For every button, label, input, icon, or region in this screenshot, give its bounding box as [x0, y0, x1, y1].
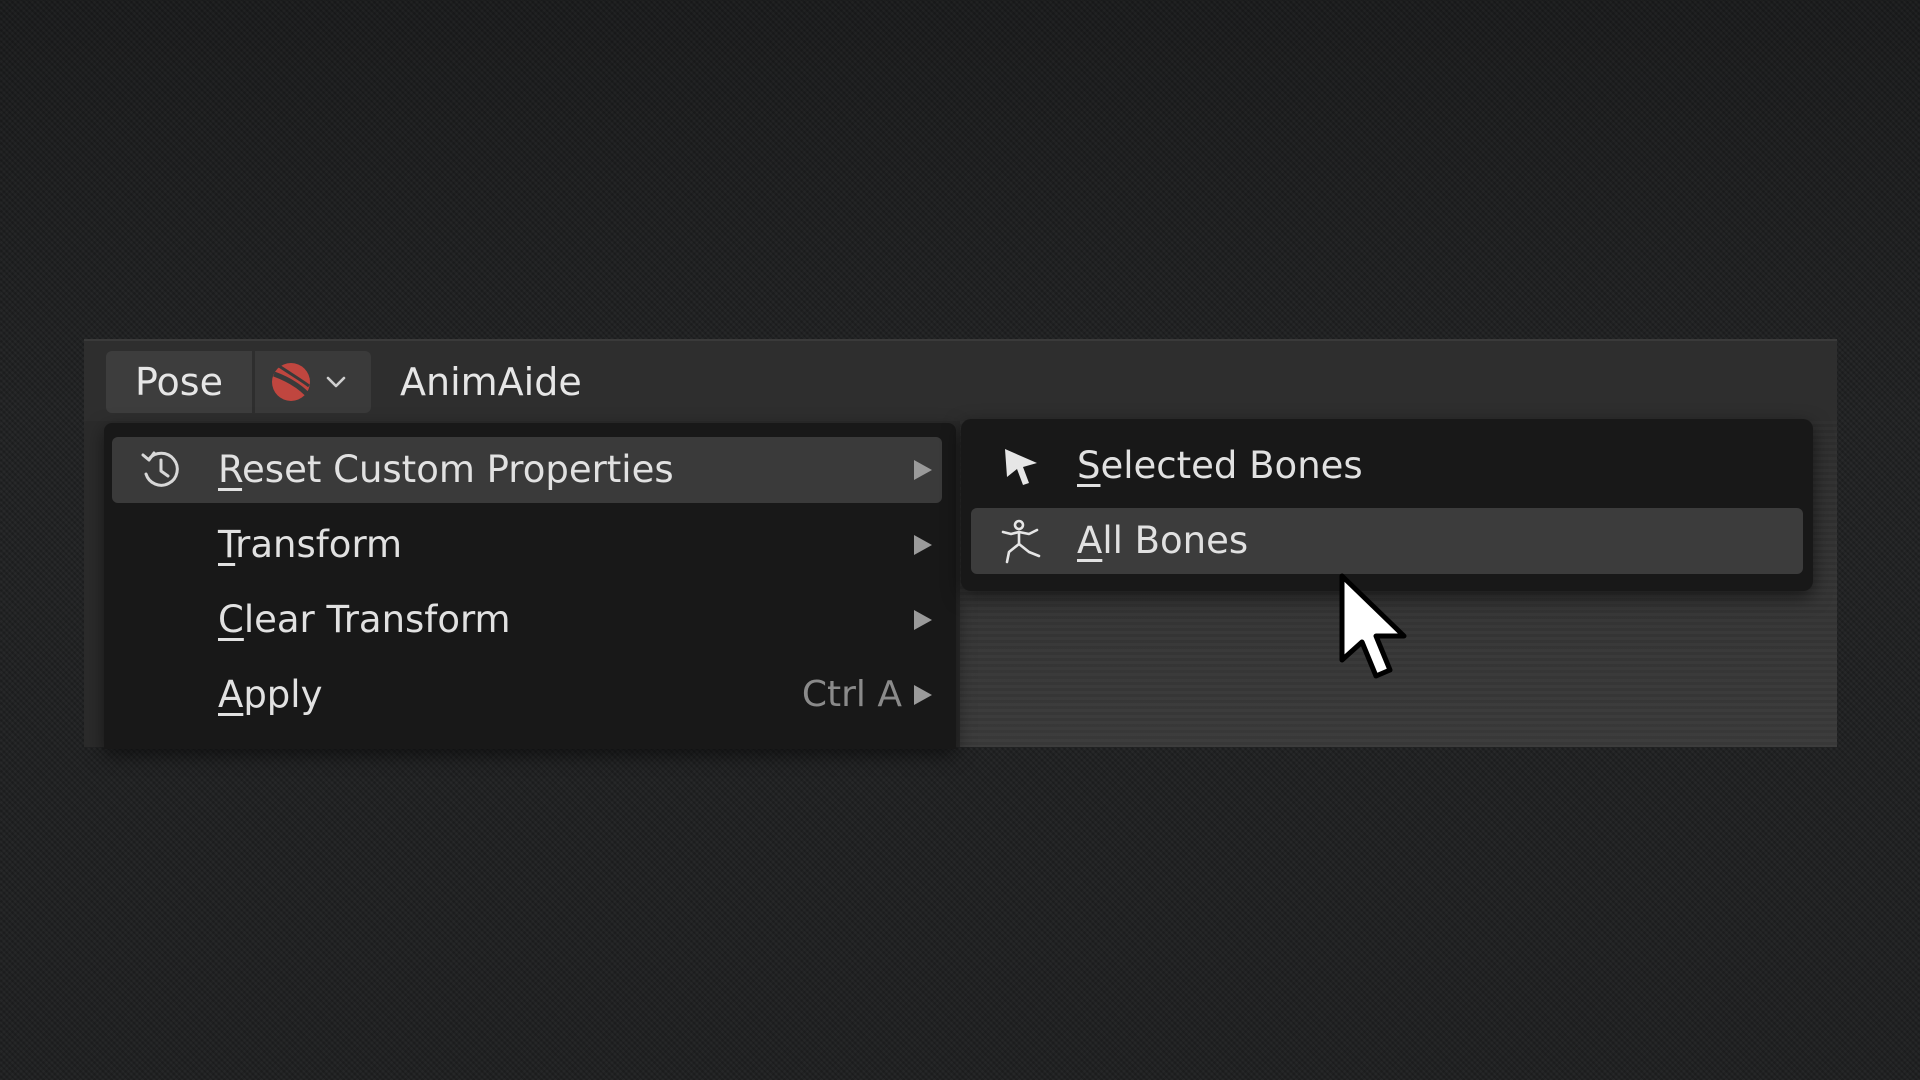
submenu-arrow-icon: [914, 460, 932, 480]
animaide-menu-label: AnimAide: [400, 360, 582, 404]
chevron-down-icon: [326, 376, 346, 388]
pose-menu-button[interactable]: Pose: [106, 351, 252, 413]
pose-menu-label: Pose: [135, 360, 223, 404]
submenu-arrow-icon: [914, 535, 932, 555]
menu-item-clear-transform[interactable]: Clear Transform: [112, 587, 942, 653]
submenu-arrow-icon: [914, 610, 932, 630]
menu-item-label: Apply: [218, 673, 323, 716]
menu-item-transform[interactable]: Transform: [112, 512, 942, 578]
menu-item-reset-custom-properties[interactable]: Reset Custom Properties: [112, 437, 942, 503]
pose-editor: Pose AnimAide Reset Custom Properties Tr…: [84, 339, 1837, 749]
submenu-item-label: All Bones: [1077, 519, 1249, 562]
menu-item-label: Transform: [218, 523, 403, 566]
armature-figure-icon: [1001, 519, 1041, 564]
submenu-item-all-bones[interactable]: All Bones: [971, 508, 1803, 574]
mouse-pointer-icon: [1339, 573, 1407, 679]
submenu-arrow-icon: [914, 685, 932, 705]
menu-item-label: Clear Transform: [218, 598, 511, 641]
animaide-menu-button[interactable]: AnimAide: [390, 351, 592, 413]
menu-item-label: Reset Custom Properties: [218, 448, 674, 491]
addon-dropdown-button[interactable]: [255, 351, 371, 413]
pose-dropdown-menu: Reset Custom Properties Transform Clear …: [104, 423, 956, 749]
submenu-item-selected-bones[interactable]: Selected Bones: [971, 433, 1803, 499]
cursor-arrow-icon: [1005, 449, 1037, 485]
reset-custom-properties-submenu: Selected Bones All Bones: [961, 419, 1813, 591]
reset-history-icon: [141, 451, 179, 487]
editor-header: Pose AnimAide: [84, 341, 1837, 421]
menu-item-apply[interactable]: Apply Ctrl A: [112, 662, 942, 728]
shortcut-label: Ctrl A: [801, 674, 902, 715]
red-sphere-icon: [272, 363, 310, 401]
submenu-item-label: Selected Bones: [1077, 444, 1363, 487]
